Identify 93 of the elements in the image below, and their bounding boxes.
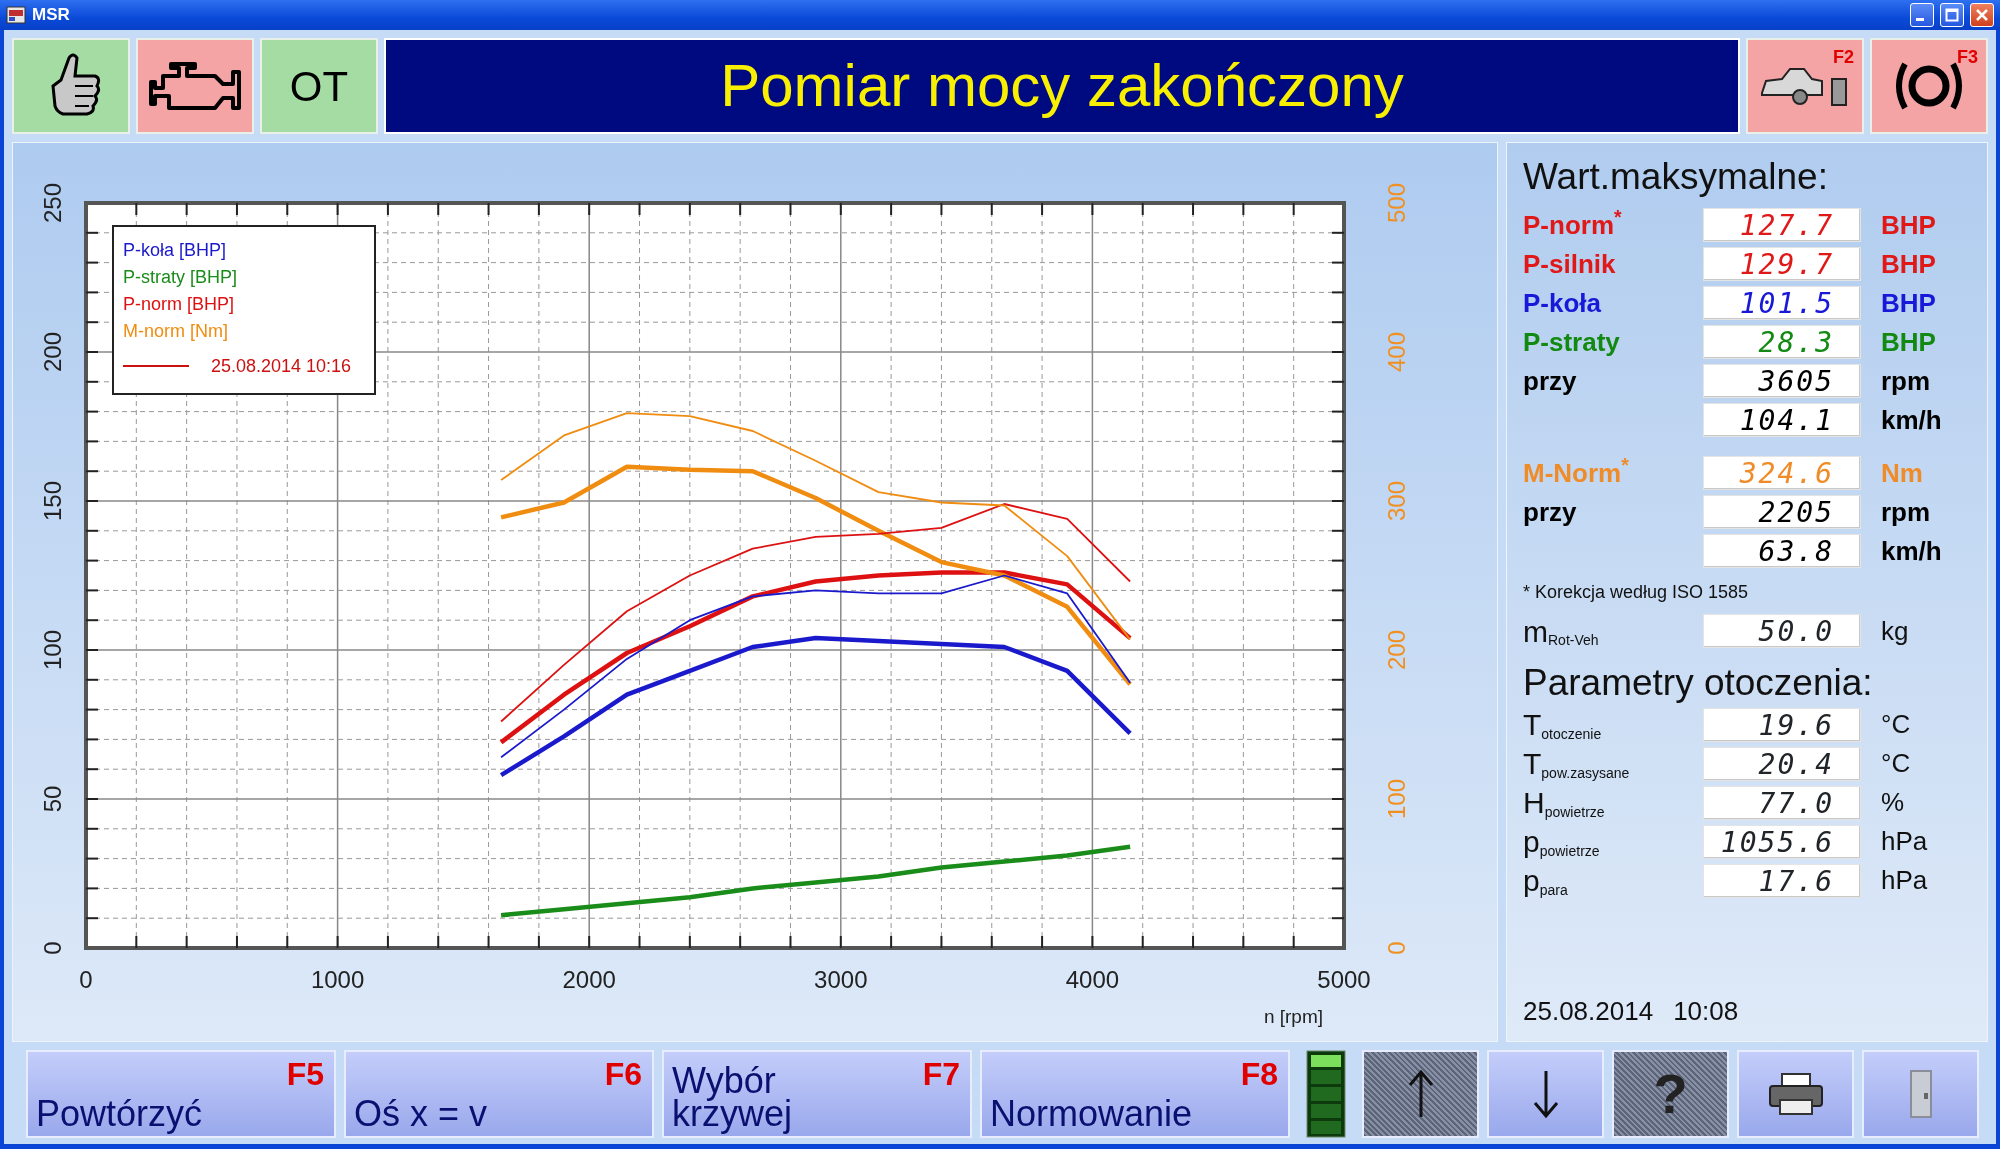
value-display: 2205 (1703, 495, 1861, 530)
value-display: 127.7 (1703, 208, 1861, 243)
value-label: M-Norm$^{*}$ (1523, 453, 1630, 490)
unit-label: hPa (1881, 864, 1928, 898)
exit-button[interactable] (1862, 1050, 1979, 1138)
status-indicator: OT (260, 38, 378, 134)
printer-icon (1767, 1072, 1824, 1116)
unit-label: BHP (1881, 325, 1936, 359)
function-button[interactable]: Wybór krzywej F7 (662, 1050, 972, 1138)
axis-tick-label: 200 (39, 332, 66, 372)
legend-label: P-norm [BHP] (123, 294, 235, 314)
value-display: 20.4 (1703, 746, 1861, 781)
value-label: przy (1523, 364, 1578, 398)
unit-label: °C (1881, 708, 1911, 742)
value-display: 28.3 (1703, 325, 1861, 360)
unit-label: BHP (1881, 247, 1936, 281)
maximize-icon (1945, 8, 1959, 22)
value-display: 129.7 (1703, 247, 1861, 282)
unit-label: kg (1881, 614, 1909, 648)
value-label: P-koła (1523, 286, 1603, 320)
axis-tick-label: 0 (79, 966, 93, 993)
value-label: p$_{powietrze}$ (1523, 824, 1601, 861)
legend-label: P-straty [BHP] (123, 267, 238, 287)
section-title: Parametry otoczenia: (1523, 662, 1874, 704)
value-label: p$_{para}$ (1523, 863, 1569, 900)
value-display: 63.8 (1703, 534, 1861, 569)
axis-tick-label: 4000 (1065, 966, 1120, 993)
axis-tick-label: 200 (1383, 630, 1410, 670)
value-display: 50.0 (1703, 614, 1861, 649)
value-display: 324.6 (1703, 456, 1861, 491)
value-label: P-straty (1523, 325, 1621, 359)
value-display: 3605 (1703, 364, 1861, 399)
function-button[interactable]: Normowanie F8 (980, 1050, 1290, 1138)
axis-tick-label: 0 (1383, 941, 1410, 955)
value-label: H$_{powietrze}$ (1523, 785, 1606, 822)
axis-title: n [rpm] (1263, 1006, 1323, 1027)
app-icon (6, 6, 26, 24)
value-display: 104.1 (1703, 403, 1861, 438)
unit-label: BHP (1881, 208, 1936, 242)
value-label: T$_{pow.zasysane}$ (1523, 746, 1631, 783)
window-title: MSR (32, 4, 70, 27)
minimize-button[interactable] (1910, 3, 1934, 27)
axis-tick-label: 3000 (814, 966, 868, 993)
axis-tick-label: 400 (1383, 332, 1410, 372)
axis-tick-label: 0 (39, 941, 66, 955)
print-button[interactable] (1737, 1050, 1854, 1138)
function-button[interactable]: Oś x = v F6 (344, 1050, 654, 1138)
maximize-button[interactable] (1940, 3, 1964, 27)
function-button[interactable]: Powtórzyć F5 (26, 1050, 336, 1138)
value-display: 101.5 (1703, 286, 1861, 321)
axis-tick-label: 100 (39, 630, 66, 670)
unit-label: km/h (1881, 534, 1942, 568)
legend-label: 25.08.2014 10:16 (211, 356, 352, 376)
axis-tick-label: 300 (1383, 481, 1410, 521)
minimize-icon (1916, 18, 1924, 21)
door-icon (1908, 1069, 1933, 1119)
scroll-down-button[interactable] (1487, 1050, 1604, 1138)
value-display: 19.6 (1703, 707, 1861, 742)
section-title: Wart.maksymalne: (1523, 157, 1829, 198)
axis-tick-label: 150 (39, 481, 66, 521)
status-banner: Pomiar mocy zakończony (384, 38, 1740, 134)
date-label: 25.08.2014 (1523, 995, 1654, 1028)
axis-tick-label: 50 (39, 785, 66, 813)
axis-tick-label: 250 (39, 183, 66, 223)
axis-tick-label: 5000 (1317, 966, 1371, 993)
unit-label: % (1881, 786, 1905, 820)
level-meter-icon (1306, 1050, 1346, 1138)
value-display: 1055.6 (1703, 824, 1861, 859)
unit-label: rpm (1881, 495, 1931, 529)
unit-label: rpm (1881, 364, 1931, 398)
time-label: 10:08 (1673, 995, 1739, 1028)
unit-label: BHP (1881, 286, 1936, 320)
value-label: m$_{Rot-Veh}$ (1523, 613, 1600, 651)
footnote: * Korekcja według ISO 1585 (1523, 580, 1750, 604)
value-display: 77.0 (1703, 785, 1861, 820)
value-label: P-norm$^{*}$ (1523, 205, 1623, 242)
axis-tick-label: 1000 (310, 966, 365, 993)
close-icon (1975, 8, 1989, 22)
legend-label: P-koła [BHP] (123, 240, 227, 260)
unit-label: °C (1881, 747, 1911, 781)
value-label: przy (1523, 495, 1578, 529)
axis-tick-label: 500 (1383, 183, 1410, 223)
legend-line (122, 365, 190, 367)
value-label: T$_{otoczenie}$ (1523, 707, 1603, 744)
unit-label: Nm (1881, 456, 1923, 490)
value-display: 17.6 (1703, 863, 1861, 898)
unit-label: km/h (1881, 403, 1942, 437)
axis-tick-label: 100 (1383, 779, 1410, 819)
unit-label: hPa (1881, 825, 1928, 859)
close-button[interactable] (1970, 3, 1994, 27)
axis-tick-label: 2000 (562, 966, 616, 993)
value-label: P-silnik (1523, 247, 1617, 281)
legend-label: M-norm [Nm] (123, 321, 228, 341)
